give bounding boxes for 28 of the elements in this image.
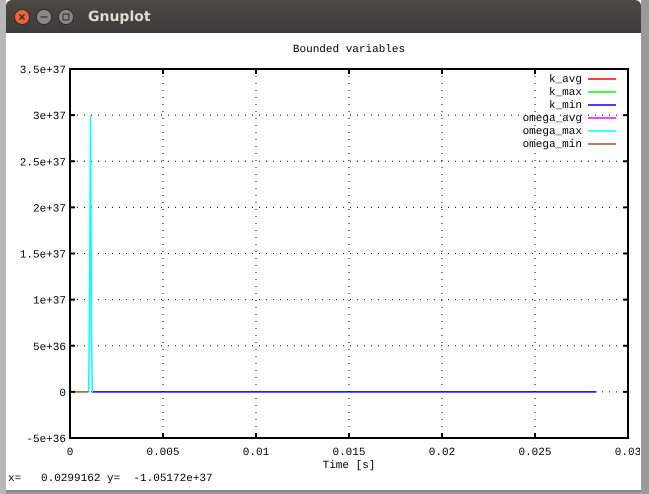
x-tick-label: 0 bbox=[66, 447, 74, 459]
maximize-button[interactable] bbox=[58, 8, 74, 24]
legend-label: omega_min bbox=[522, 139, 582, 151]
y-tick-label: -5e+36 bbox=[26, 434, 66, 446]
x-tick-label: 0.01 bbox=[242, 447, 270, 459]
minimize-button[interactable] bbox=[36, 8, 52, 24]
legend-label: k_avg bbox=[548, 74, 582, 86]
legend-label: k_min bbox=[548, 100, 582, 112]
y-tick-label: 0 bbox=[59, 388, 66, 400]
legend-label: omega_max bbox=[522, 126, 582, 138]
window-title: Gnuplot bbox=[88, 8, 151, 24]
close-button[interactable] bbox=[14, 8, 30, 24]
x-axis-label: Time [s] bbox=[322, 460, 376, 472]
y-tick-label: 1.5e+37 bbox=[20, 250, 66, 262]
y-tick-label: 1e+37 bbox=[32, 296, 66, 308]
y-tick-label: 2.5e+37 bbox=[20, 157, 66, 170]
y-tick-label: 2e+37 bbox=[32, 203, 66, 216]
y-tick-label: 5e+36 bbox=[32, 342, 66, 354]
y-tick-label: 3.5e+37 bbox=[20, 65, 66, 77]
legend-label: k_max bbox=[548, 87, 582, 99]
x-tick-label: 0.005 bbox=[146, 447, 180, 459]
legend-label: omega_avg bbox=[522, 113, 582, 125]
x-tick-label: 0.015 bbox=[332, 447, 366, 459]
x-tick-label: 0.02 bbox=[428, 447, 456, 459]
y-tick-label: 3e+37 bbox=[32, 111, 66, 124]
x-tick-label: 0.025 bbox=[518, 447, 552, 459]
cursor-coordinates-text: x= 0.0299162 y= -1.05172e+37 bbox=[8, 473, 213, 485]
chart-title: Bounded variables bbox=[292, 44, 406, 56]
